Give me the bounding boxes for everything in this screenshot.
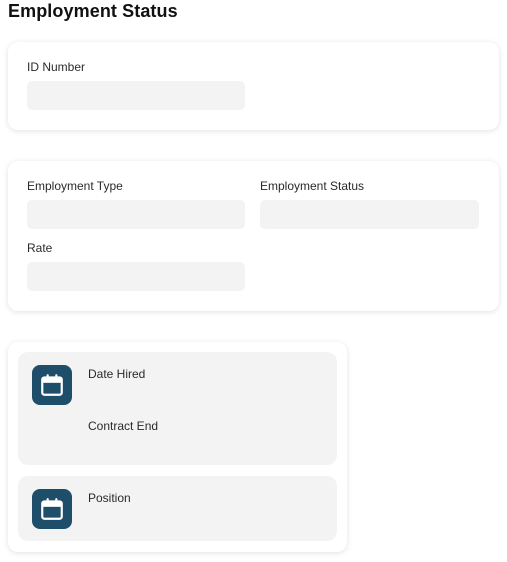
date-hired-label: Date Hired: [88, 367, 146, 381]
employment-status-label: Employment Status: [260, 179, 365, 193]
rate-field[interactable]: [27, 262, 245, 291]
employment-type-label: Employment Type: [27, 179, 123, 193]
date-hired-calendar-button[interactable]: [32, 365, 72, 405]
calendar-icon: [41, 374, 63, 396]
id-number-field[interactable]: [27, 81, 245, 110]
dates-card: Date Hired Contract End Position: [8, 342, 347, 552]
employment-status-field[interactable]: [260, 200, 479, 229]
rate-label: Rate: [27, 241, 53, 255]
employment-details-card: Employment Type Employment Status Rate: [8, 161, 499, 311]
position-label: Position: [88, 491, 131, 505]
employment-type-field[interactable]: [27, 200, 245, 229]
id-number-label: ID Number: [27, 60, 86, 74]
dates-panel: Date Hired Contract End: [18, 352, 337, 465]
id-number-card: ID Number: [8, 42, 499, 130]
calendar-icon: [41, 498, 63, 520]
page-title: Employment Status: [8, 1, 178, 21]
contract-end-label: Contract End: [88, 419, 159, 433]
position-calendar-button[interactable]: [32, 489, 72, 529]
position-panel: Position: [18, 476, 337, 541]
